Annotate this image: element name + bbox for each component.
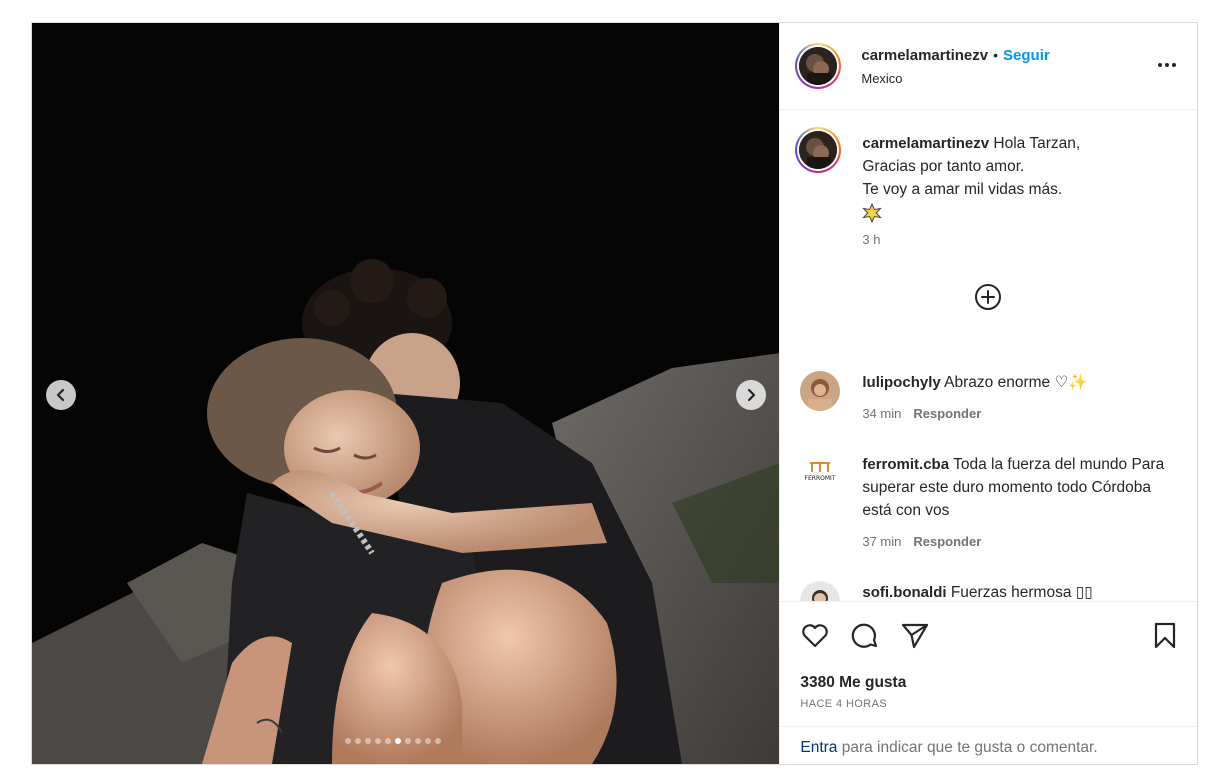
save-button[interactable] <box>1150 620 1180 650</box>
caption-line: Hola Tarzan, <box>993 135 1081 152</box>
follow-button[interactable]: Seguir <box>1003 47 1050 64</box>
likes-count[interactable]: 3380 Me gusta <box>800 674 906 692</box>
carousel-dot <box>415 738 421 744</box>
post-header: carmelamartinezv • Seguir Mexico <box>780 23 1197 110</box>
commenter-avatar[interactable]: FERROMIT <box>800 453 841 493</box>
login-prompt-rest: para indicar que te gusta o comentar. <box>837 739 1098 756</box>
caption-username[interactable]: carmelamartinezv <box>862 135 989 152</box>
comment-text: Fuerzas hermosa ▯▯ <box>950 584 1093 601</box>
more-options-button[interactable] <box>1155 55 1179 75</box>
author-avatar <box>799 47 838 85</box>
comment-body: sofi.bonaldi Fuerzas hermosa ▯▯ <box>862 581 1182 601</box>
load-more-comments-button[interactable] <box>973 282 1003 312</box>
separator-dot: • <box>993 47 999 63</box>
instagram-post: carmelamartinezv • Seguir Mexico carmelama… <box>31 22 1198 765</box>
reply-button[interactable]: Responder <box>913 534 981 549</box>
chevron-left-icon <box>56 388 65 402</box>
post-media[interactable] <box>32 23 780 764</box>
comment-meta: 34 min Responder <box>862 402 1182 425</box>
post-location[interactable]: Mexico <box>861 71 1049 86</box>
caption-avatar-ring[interactable] <box>795 127 842 173</box>
login-prompt: Entra para indicar que te gusta o coment… <box>780 726 1198 765</box>
chevron-right-icon <box>747 388 756 402</box>
carousel-dot <box>345 738 351 744</box>
carousel-dot <box>395 738 401 744</box>
caption-time[interactable]: 3 h <box>862 232 880 247</box>
more-icon-dot <box>1172 63 1176 67</box>
action-icons <box>800 620 1180 650</box>
commenter-avatar[interactable] <box>800 371 841 411</box>
comment-body: ferromit.cba Toda la fuerza del mundo Pa… <box>862 453 1182 553</box>
commenter-avatar[interactable] <box>800 581 841 601</box>
author-info: carmelamartinezv • Seguir Mexico <box>861 47 1049 86</box>
comment-body: lulipochyly Abrazo enorme ♡✨ 34 min Respo… <box>862 371 1182 425</box>
post-side-panel: carmelamartinezv • Seguir Mexico carmelama… <box>779 23 1198 765</box>
comment-icon <box>852 623 878 648</box>
caption-line: Te voy a amar mil vidas más. <box>862 181 1063 198</box>
comment-button[interactable] <box>850 620 880 650</box>
ferromit-logo-text: FERROMIT <box>805 475 836 482</box>
post-photo <box>32 23 780 764</box>
comment-time[interactable]: 34 min <box>862 406 901 421</box>
caption-line: Gracias por tanto amor. <box>862 158 1025 175</box>
carousel-indicator <box>345 738 441 744</box>
carousel-dot <box>405 738 411 744</box>
caption-avatar <box>799 131 838 169</box>
comment-text: Abrazo enorme ♡✨ <box>944 374 1088 391</box>
star-icon <box>862 203 883 223</box>
previous-slide-button[interactable] <box>46 380 76 410</box>
comment-meta: 37 min Responder <box>862 530 1182 553</box>
more-icon-dot <box>1165 63 1169 67</box>
share-button[interactable] <box>900 620 930 650</box>
carousel-dot <box>365 738 371 744</box>
carousel-dot <box>375 738 381 744</box>
commenter-username[interactable]: ferromit.cba <box>862 456 949 473</box>
heart-icon <box>802 624 829 648</box>
send-icon <box>902 623 929 649</box>
login-prompt-text: Entra para indicar que te gusta o coment… <box>800 739 1097 757</box>
plus-circle-icon <box>975 284 1002 310</box>
like-button[interactable] <box>800 620 830 650</box>
caption-text: carmelamartinezv Hola Tarzan, Gracias po… <box>862 132 1182 230</box>
commenter-username[interactable]: lulipochyly <box>862 374 940 391</box>
comments-section[interactable]: carmelamartinezv Hola Tarzan, Gracias po… <box>780 109 1197 601</box>
author-avatar-ring[interactable] <box>795 43 842 89</box>
carousel-dot <box>425 738 431 744</box>
carousel-dot <box>435 738 441 744</box>
carousel-dot <box>355 738 361 744</box>
more-icon-dot <box>1158 63 1162 67</box>
author-username[interactable]: carmelamartinezv <box>861 47 988 64</box>
login-link[interactable]: Entra <box>800 739 837 756</box>
post-time-ago[interactable]: HACE 4 HORAS <box>800 698 887 710</box>
commenter-username[interactable]: sofi.bonaldi <box>862 584 946 601</box>
comment-time[interactable]: 37 min <box>862 534 901 549</box>
reply-button[interactable]: Responder <box>913 406 981 421</box>
bookmark-icon <box>1155 622 1176 649</box>
next-slide-button[interactable] <box>736 380 766 410</box>
carousel-dot <box>385 738 391 744</box>
